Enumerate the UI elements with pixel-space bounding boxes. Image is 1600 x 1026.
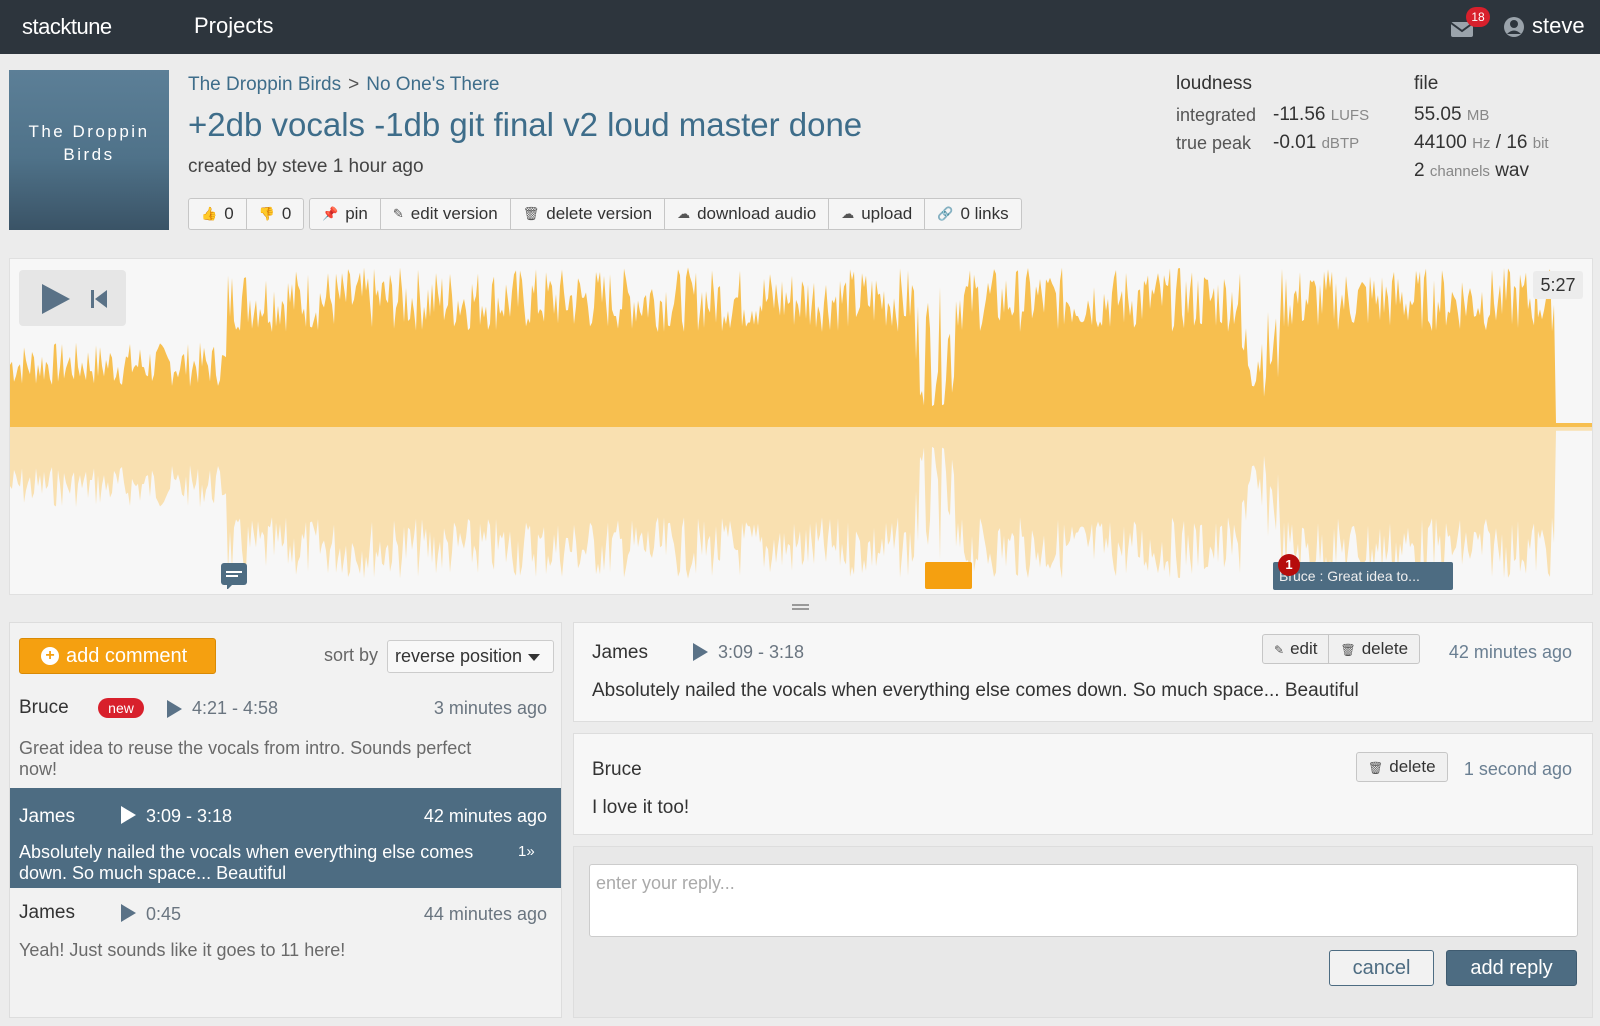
- comment-marker-icon[interactable]: [221, 563, 247, 590]
- user-menu[interactable]: steve: [1532, 13, 1585, 39]
- comment-author: James: [19, 902, 75, 923]
- thread-time-range[interactable]: 3:09 - 3:18: [718, 642, 804, 663]
- breadcrumb: The Droppin Birds > No One's There: [188, 74, 499, 96]
- comment-item-selected[interactable]: James 3:09 - 3:18 42 minutes ago Absolut…: [10, 788, 561, 888]
- links-button[interactable]: 🔗 0 links: [925, 199, 1020, 229]
- skip-back-icon[interactable]: [90, 289, 108, 309]
- play-icon[interactable]: [121, 806, 136, 824]
- user-icon[interactable]: [1503, 16, 1525, 38]
- pencil-icon: ✎: [1274, 643, 1285, 657]
- thumbs-up-icon: 👍: [201, 206, 218, 221]
- thumbs-down-icon: 👎: [258, 206, 275, 221]
- cancel-reply-button[interactable]: cancel: [1329, 950, 1434, 986]
- breadcrumb-song[interactable]: No One's There: [366, 74, 499, 95]
- play-icon[interactable]: [691, 642, 709, 662]
- comment-author: James: [19, 806, 75, 827]
- album-cover: The Droppin Birds: [9, 70, 169, 230]
- breadcrumb-artist[interactable]: The Droppin Birds: [188, 74, 341, 95]
- upload-button[interactable]: ☁ upload: [829, 199, 926, 229]
- add-reply-button[interactable]: add reply: [1446, 950, 1577, 986]
- edit-version-button[interactable]: ✎ edit version: [381, 199, 511, 229]
- comment-text: Great idea to reuse the vocals from intr…: [19, 738, 472, 779]
- nav-projects-link[interactable]: Projects: [194, 13, 273, 39]
- like-button[interactable]: 👍 0: [189, 199, 247, 229]
- sample-rate: 44100 Hz / 16 bit: [1414, 132, 1549, 153]
- loudness-heading: loudness: [1176, 73, 1253, 94]
- comment-time-ago: 3 minutes ago: [433, 698, 547, 718]
- sort-label: sort by: [324, 645, 379, 665]
- thread-time-ago: 42 minutes ago: [1448, 642, 1572, 662]
- true-peak-value: -0.01 dBTP: [1273, 132, 1360, 153]
- comment-item[interactable]: Bruce new 4:21 - 4:58 3 minutes ago Grea…: [10, 686, 561, 786]
- add-comment-button[interactable]: + add comment: [19, 638, 216, 674]
- comment-time-ago: 42 minutes ago: [423, 806, 547, 826]
- waveform-graphic[interactable]: [10, 259, 1593, 595]
- trash-icon: 🗑: [1368, 761, 1384, 775]
- comment-time-range[interactable]: 3:09 - 3:18: [146, 806, 232, 827]
- marker-count-badge: 1: [1278, 554, 1300, 576]
- file-size: 55.05 MB: [1414, 104, 1490, 125]
- delete-comment-button[interactable]: 🗑 delete: [1329, 635, 1419, 663]
- created-info: created by steve 1 hour ago: [188, 156, 424, 177]
- reply-input[interactable]: [589, 864, 1578, 937]
- play-icon[interactable]: [38, 282, 72, 316]
- vote-buttons: 👍 0 👎 0: [188, 198, 305, 230]
- pin-button[interactable]: 📌 pin: [310, 199, 381, 229]
- panel-resize-handle[interactable]: [792, 604, 809, 610]
- comment-author: Bruce: [19, 697, 69, 718]
- integrated-label: integrated: [1176, 105, 1257, 125]
- delete-version-button[interactable]: 🗑 delete version: [511, 199, 666, 229]
- comment-time-ago: 44 minutes ago: [423, 904, 547, 924]
- waveform[interactable]: [9, 258, 1593, 595]
- play-icon[interactable]: [121, 904, 136, 922]
- thread-text: Absolutely nailed the vocals when everyt…: [592, 680, 1359, 701]
- reply-time-ago: 1 second ago: [1463, 759, 1572, 779]
- pencil-icon: ✎: [392, 206, 404, 221]
- cloud-download-icon: ☁: [677, 206, 691, 221]
- comment-region-marker[interactable]: [925, 562, 972, 589]
- breadcrumb-separator: >: [348, 74, 360, 95]
- true-peak-label: true peak: [1176, 133, 1252, 153]
- new-badge: new: [98, 698, 144, 718]
- thread-main-comment: James 3:09 - 3:18 42 minutes ago Absolut…: [573, 622, 1593, 722]
- reply-text: I love it too!: [592, 797, 690, 818]
- pin-icon: 📌: [322, 206, 339, 221]
- thread-author: James: [592, 642, 648, 663]
- thread-reply: Bruce 1 second ago I love it too!: [573, 733, 1593, 835]
- cloud-upload-icon: ☁: [841, 206, 855, 221]
- comment-text: Yeah! Just sounds like it goes to 11 her…: [19, 940, 346, 960]
- reply-actions: 🗑 delete: [1356, 752, 1448, 782]
- trash-icon: 🗑: [522, 206, 540, 221]
- version-title: +2db vocals -1db git final v2 loud maste…: [188, 106, 863, 143]
- plus-icon: +: [41, 647, 59, 665]
- play-icon[interactable]: [167, 700, 182, 718]
- caret-down-icon: [528, 654, 540, 661]
- version-toolbar: 📌 pin ✎ edit version 🗑 delete version ☁ down…: [309, 198, 1022, 230]
- reply-author: Bruce: [592, 759, 642, 780]
- app-logo[interactable]: stacktune: [22, 14, 112, 40]
- delete-reply-button[interactable]: 🗑 delete: [1357, 753, 1447, 781]
- link-icon: 🔗: [937, 206, 954, 221]
- mail-count-badge: 18: [1466, 7, 1490, 27]
- edit-comment-button[interactable]: ✎ edit: [1263, 635, 1330, 663]
- comment-text: Absolutely nailed the vocals when everyt…: [19, 842, 474, 883]
- comment-marker-bruce[interactable]: Bruce : Great idea to...: [1273, 562, 1453, 590]
- comment-time-range[interactable]: 4:21 - 4:58: [192, 698, 278, 719]
- waveform-bottom-channel: [10, 427, 1592, 579]
- reply-count[interactable]: 1»: [518, 843, 535, 860]
- trash-icon: 🗑: [1340, 643, 1356, 657]
- waveform-top-channel: [10, 267, 1592, 427]
- download-audio-button[interactable]: ☁ download audio: [665, 199, 830, 229]
- thread-actions: ✎ edit 🗑 delete: [1262, 634, 1421, 664]
- player-controls: [19, 270, 126, 326]
- comment-time-range[interactable]: 0:45: [146, 904, 181, 925]
- top-nav-bar: stacktune Projects 18 steve: [0, 0, 1600, 54]
- duration-display: 5:27: [1533, 271, 1583, 299]
- sort-select[interactable]: reverse position: [387, 640, 554, 673]
- comment-item[interactable]: James 0:45 44 minutes ago Yeah! Just sou…: [10, 890, 561, 990]
- channels-format: 2 channels wav: [1414, 160, 1529, 181]
- file-heading: file: [1414, 73, 1439, 94]
- dislike-button[interactable]: 👎 0: [247, 199, 304, 229]
- integrated-value: -11.56 LUFS: [1273, 104, 1370, 125]
